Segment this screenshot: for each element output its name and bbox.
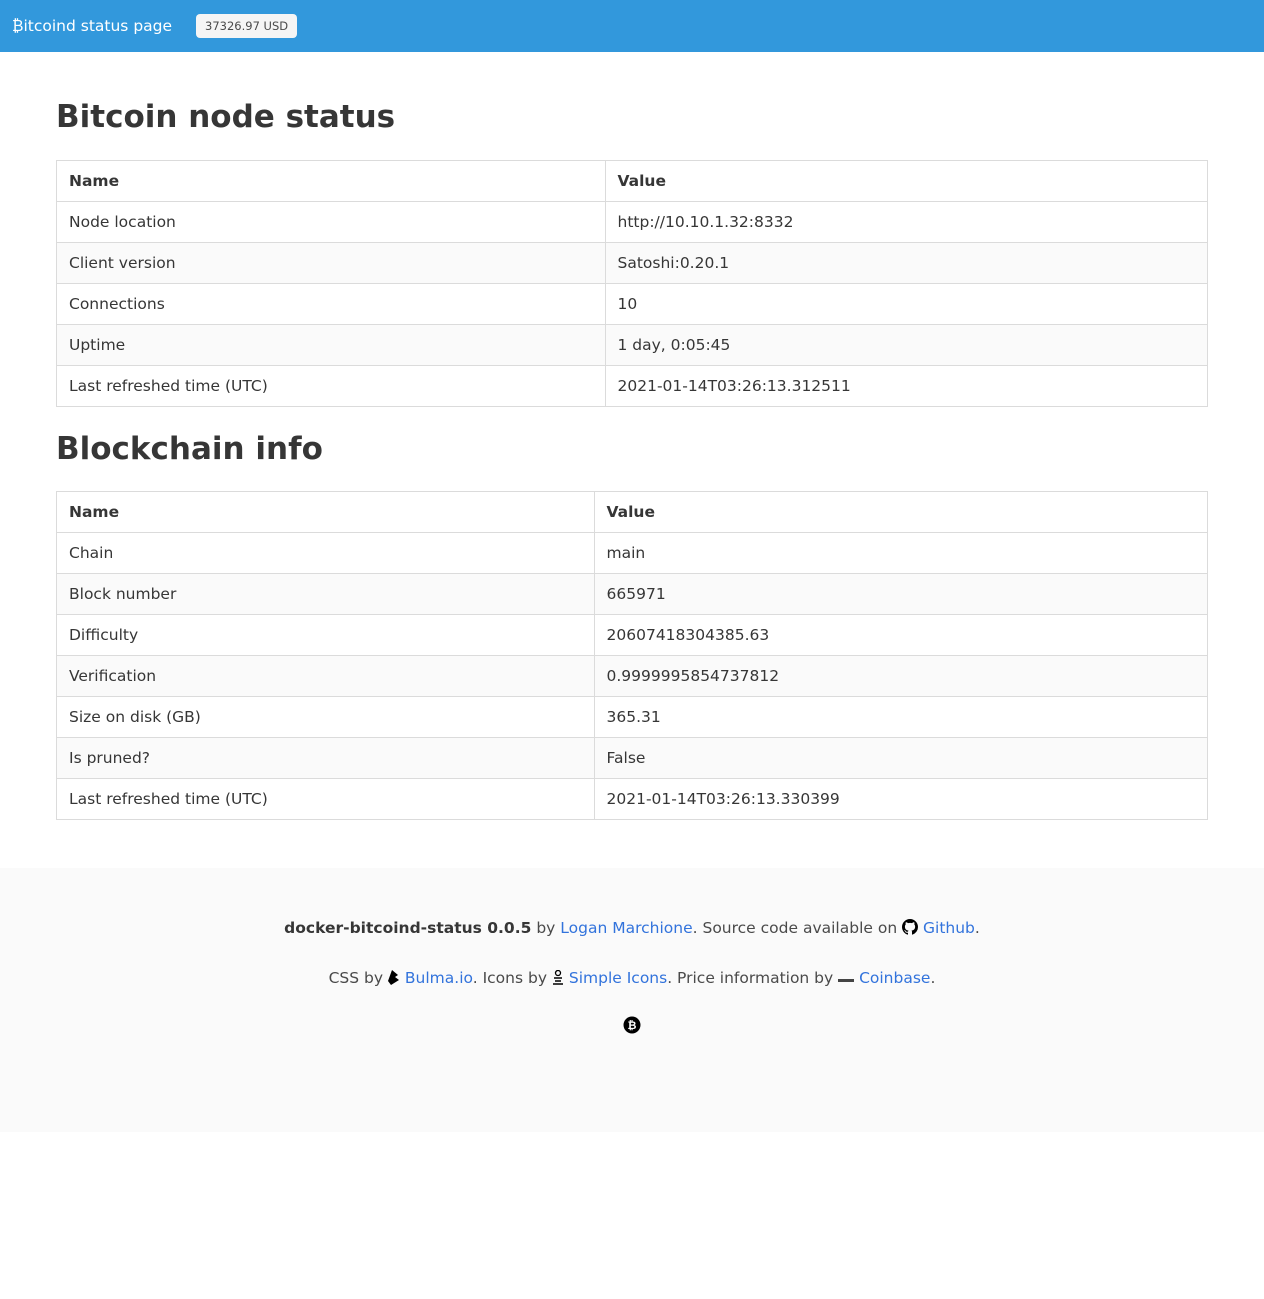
- row-value: 20607418304385.63: [593, 614, 1209, 656]
- footer-text-css-by: CSS by: [328, 969, 388, 987]
- footer-attributions: CSS by Bulma.io. Icons by Simple Icons. …: [0, 968, 1264, 990]
- column-header-name: Name: [56, 160, 606, 202]
- footer-text-by: by: [531, 919, 561, 937]
- footer: docker-bitcoind-status 0.0.5 by Logan Ma…: [0, 868, 1264, 1132]
- footer-credits: docker-bitcoind-status 0.0.5 by Logan Ma…: [0, 918, 1264, 940]
- footer-text-icons-by: . Icons by: [472, 969, 552, 987]
- row-name: Connections: [56, 283, 606, 325]
- row-value: 2021-01-14T03:26:13.330399: [593, 778, 1209, 820]
- row-name: Block number: [56, 573, 595, 615]
- footer-end-2: .: [930, 969, 936, 987]
- svg-text:₿: ₿: [628, 1019, 637, 1032]
- row-value: http://10.10.1.32:8332: [604, 201, 1208, 243]
- column-header-value: Value: [604, 160, 1208, 202]
- node-status-section: Bitcoin node status: [56, 102, 1208, 133]
- table-row: Uptime 1 day, 0:05:45: [56, 324, 1208, 366]
- footer-end-1: .: [974, 919, 980, 937]
- node-status-title: Bitcoin node status: [56, 99, 396, 135]
- table-row: Verification 0.9999995854737812: [56, 655, 1209, 697]
- table-row: Client version Satoshi:0.20.1: [56, 242, 1208, 284]
- row-name: Last refreshed time (UTC): [56, 365, 606, 407]
- bitcoin-icon: ₿: [623, 1016, 641, 1038]
- row-value: 2021-01-14T03:26:13.312511: [604, 365, 1208, 407]
- bulma-icon: [387, 970, 400, 990]
- row-name: Chain: [56, 532, 595, 574]
- blockchain-info-section: Blockchain info: [56, 434, 1208, 465]
- github-link[interactable]: Github: [923, 919, 975, 937]
- row-value: main: [593, 532, 1209, 574]
- row-value: Satoshi:0.20.1: [604, 242, 1208, 284]
- table-header-row: Name Value: [56, 160, 1208, 202]
- table-row: Block number 665971: [56, 573, 1209, 615]
- column-header-name: Name: [56, 491, 595, 533]
- table-header-row: Name Value: [56, 491, 1209, 533]
- table-row: Chain main: [56, 532, 1209, 574]
- simple-icons-link[interactable]: Simple Icons: [569, 969, 667, 987]
- row-name: Node location: [56, 201, 606, 243]
- github-icon: [902, 919, 919, 940]
- row-name: Uptime: [56, 324, 606, 366]
- node-status-table: Name Value Node location http://10.10.1.3…: [56, 160, 1208, 407]
- table-row: Is pruned? False: [56, 737, 1209, 779]
- footer-bitcoin-logo: ₿: [0, 1016, 1264, 1038]
- table-row: Last refreshed time (UTC) 2021-01-14T03:2…: [56, 365, 1208, 407]
- price-tag: 37326.97 USD: [196, 14, 298, 38]
- row-name: Is pruned?: [56, 737, 595, 779]
- navbar-brand[interactable]: ₿itcoind status page: [12, 17, 172, 36]
- row-name: Difficulty: [56, 614, 595, 656]
- table-row: Difficulty 20607418304385.63: [56, 614, 1209, 656]
- author-link[interactable]: Logan Marchione: [560, 919, 692, 937]
- coinbase-icon: [838, 970, 855, 990]
- row-value: 665971: [593, 573, 1209, 615]
- project-name: docker-bitcoind-status 0.0.5: [284, 919, 532, 937]
- blockchain-info-title: Blockchain info: [56, 431, 323, 467]
- row-value: 365.31: [593, 696, 1209, 738]
- footer-text-price-by: . Price information by: [667, 969, 839, 987]
- row-value: 1 day, 0:05:45: [604, 324, 1208, 366]
- node-status-table-wrap: Name Value Node location http://10.10.1.3…: [56, 160, 1208, 407]
- row-value: False: [593, 737, 1209, 779]
- row-name: Verification: [56, 655, 595, 697]
- table-row: Node location http://10.10.1.32:8332: [56, 201, 1208, 243]
- table-row: Connections 10: [56, 283, 1208, 325]
- simple-icons-icon: [552, 969, 564, 990]
- column-header-value: Value: [593, 491, 1209, 533]
- footer-text-source: . Source code available on: [692, 919, 903, 937]
- row-name: Last refreshed time (UTC): [56, 778, 595, 820]
- table-row: Last refreshed time (UTC) 2021-01-14T03:2…: [56, 778, 1209, 820]
- blockchain-info-table: Name Value Chain main Block number 665971 …: [56, 491, 1209, 820]
- blockchain-info-table-wrap: Name Value Chain main Block number 665971 …: [56, 491, 1209, 820]
- row-value: 0.9999995854737812: [593, 655, 1209, 697]
- row-name: Size on disk (GB): [56, 696, 595, 738]
- bulma-link[interactable]: Bulma.io: [405, 969, 473, 987]
- row-name: Client version: [56, 242, 606, 284]
- row-value: 10: [604, 283, 1208, 325]
- coinbase-link[interactable]: Coinbase: [859, 969, 930, 987]
- navbar: ₿itcoind status page 37326.97 USD: [0, 0, 1264, 52]
- table-row: Size on disk (GB) 365.31: [56, 696, 1209, 738]
